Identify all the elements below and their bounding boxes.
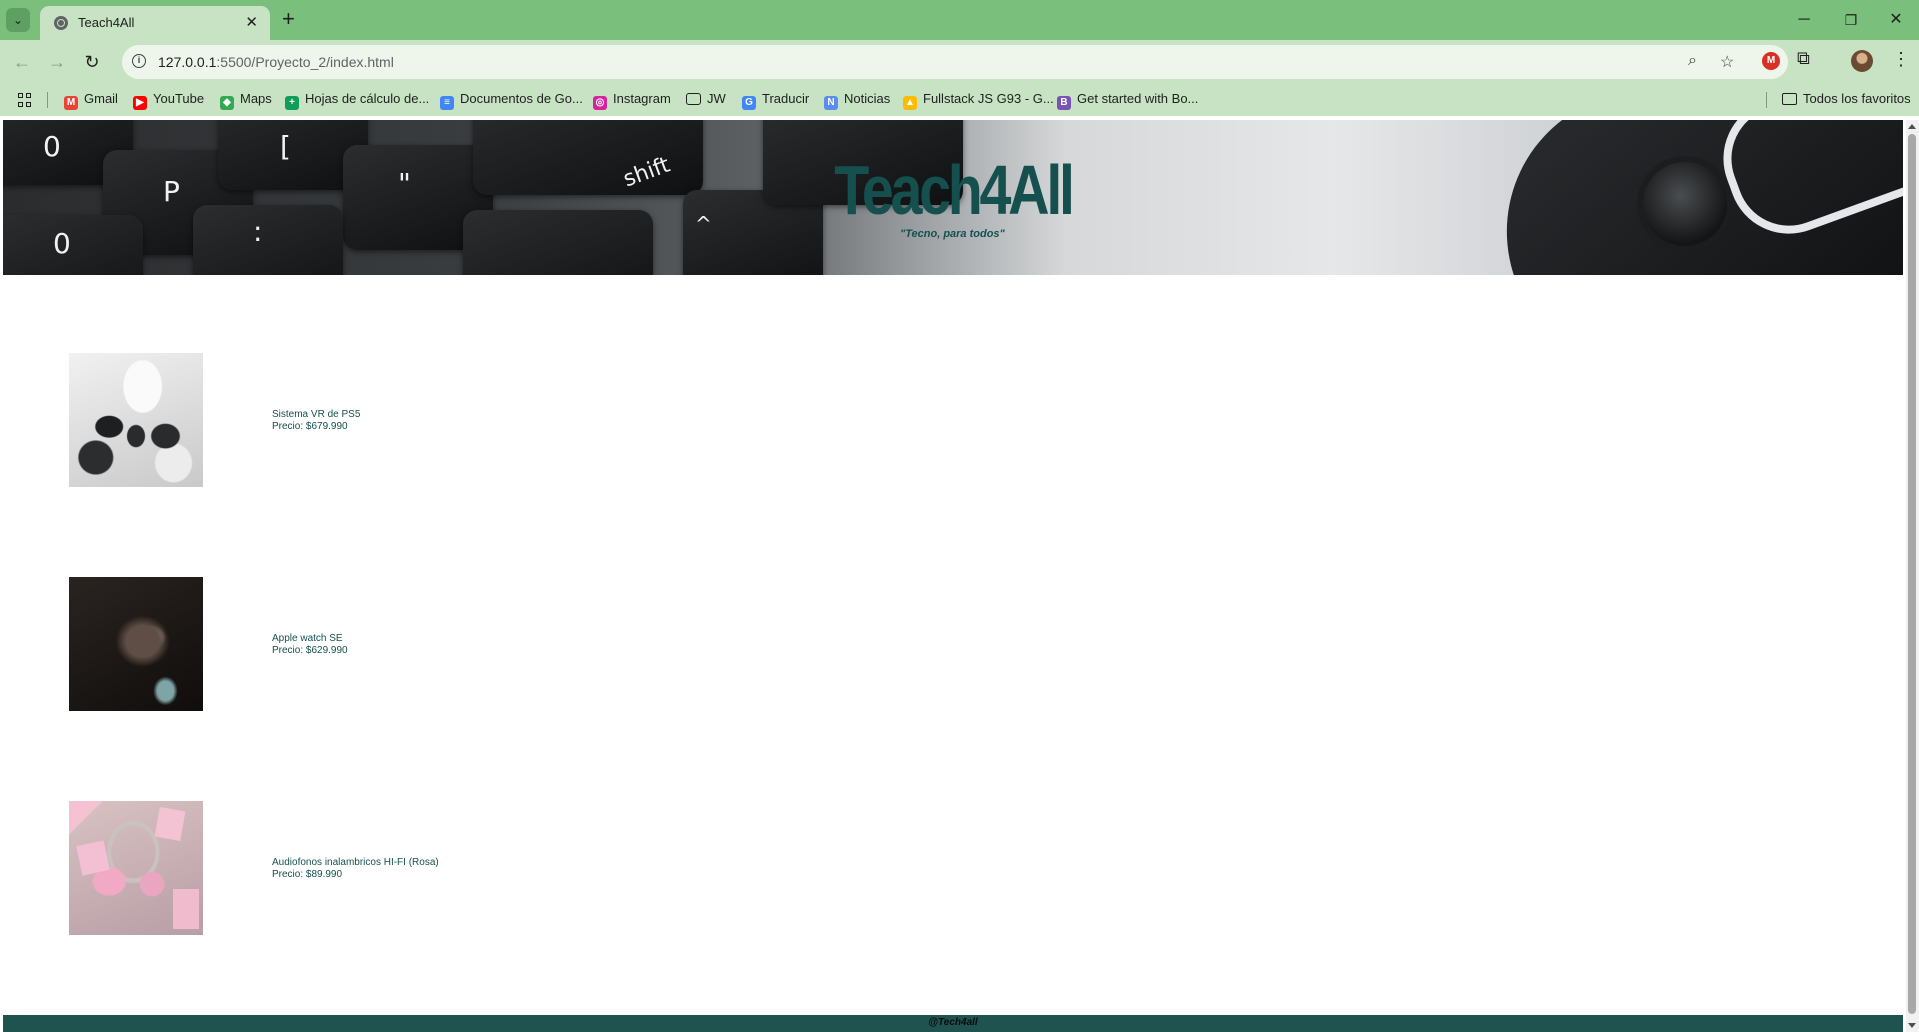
bootstrap-icon: B	[1057, 96, 1071, 110]
product-card: Sistema VR de PS5 Precio: $679.990	[69, 353, 1669, 487]
bookmark-item[interactable]: + Hojas de cálculo de...	[285, 91, 430, 110]
site-info-icon[interactable]: i	[132, 54, 146, 68]
folder-icon	[1782, 93, 1797, 105]
url-text[interactable]: 127.0.0.1:5500/Proyecto_2/index.html	[158, 54, 394, 70]
translate-icon: G	[742, 96, 756, 110]
minimize-button[interactable]: ─	[1786, 6, 1822, 34]
product-price: Precio: $679.990	[272, 421, 348, 432]
profile-avatar[interactable]	[1851, 50, 1873, 72]
sheets-icon: +	[285, 96, 299, 110]
zoom-icon[interactable]: ⌕	[1688, 52, 1697, 70]
product-name: Apple watch SE	[272, 633, 343, 644]
bookmarks-divider	[47, 92, 48, 108]
product-card: Apple watch SE Precio: $629.990	[69, 577, 1669, 711]
bookmark-item[interactable]: ≡ Documentos de Go...	[440, 91, 583, 110]
keyboard-key: 0	[3, 215, 143, 275]
globe-icon	[54, 16, 68, 30]
product-price: Precio: $629.990	[272, 645, 348, 656]
bookmark-label: Instagram	[613, 91, 671, 106]
bookmark-item[interactable]: ▶ YouTube	[133, 91, 205, 110]
product-name: Sistema VR de PS5	[272, 409, 361, 420]
bookmark-label: Documentos de Go...	[460, 91, 583, 106]
product-image-watch[interactable]	[69, 577, 203, 711]
restore-button[interactable]: ❐	[1833, 6, 1869, 34]
page-viewport: 0 P [ " 0 : shift ^ Teach4All "Tecno, pa…	[3, 120, 1903, 1032]
bookmark-label: Get started with Bo...	[1077, 91, 1199, 106]
page-footer: @Tech4all	[3, 1015, 1903, 1032]
bookmark-star-icon[interactable]: ☆	[1720, 52, 1734, 72]
gift-box-decoration	[76, 840, 110, 876]
bookmarks-divider	[1766, 92, 1767, 108]
bookmark-label: Hojas de cálculo de...	[305, 91, 430, 106]
reload-icon[interactable]: ↻	[80, 50, 104, 74]
extension-icon[interactable]: M	[1762, 52, 1780, 70]
all-favorites-button[interactable]: Todos los favoritos	[1782, 91, 1911, 109]
back-icon[interactable]: ←	[10, 50, 34, 74]
footer-text: @Tech4all	[928, 1017, 978, 1028]
bookmark-item[interactable]: ◆ Maps	[220, 91, 272, 110]
product-info: Audiofonos inalambricos HI-FI (Rosa) Pre…	[272, 857, 439, 881]
product-info: Sistema VR de PS5 Precio: $679.990	[272, 409, 360, 433]
tab-title: Teach4All	[78, 15, 135, 30]
folder-icon	[686, 93, 701, 105]
bookmark-label: Noticias	[844, 91, 891, 106]
scroll-up-arrow-icon[interactable]	[1908, 124, 1916, 129]
drive-icon: ▲	[903, 96, 917, 110]
youtube-icon: ▶	[133, 96, 147, 110]
bookmark-item[interactable]: JW	[686, 91, 726, 109]
product-card: Audiofonos inalambricos HI-FI (Rosa) Pre…	[69, 801, 1669, 935]
bookmark-label: Traducir	[762, 91, 810, 106]
product-info: Apple watch SE Precio: $629.990	[272, 633, 348, 657]
product-price: Precio: $89.990	[272, 869, 343, 880]
bookmarks-bar: M Gmail ▶ YouTube ◆ Maps + Hojas de cálculo de.…	[0, 84, 1919, 116]
close-window-button[interactable]: ✕	[1878, 6, 1914, 34]
address-bar[interactable]: i 127.0.0.1:5500/Proyecto_2/index.html ⌕…	[122, 45, 1788, 79]
bookmark-item[interactable]: ◎ Instagram	[593, 91, 671, 110]
product-image-vr[interactable]	[69, 353, 203, 487]
active-tab[interactable]: Teach4All ✕	[40, 6, 270, 40]
bookmark-label: JW	[707, 91, 726, 106]
bookmark-item[interactable]: M Gmail	[64, 91, 118, 110]
maps-icon: ◆	[220, 96, 234, 110]
gmail-icon: M	[64, 96, 78, 110]
bookmark-item[interactable]: G Traducir	[742, 91, 810, 110]
hero-banner: 0 P [ " 0 : shift ^ Teach4All "Tecno, pa…	[3, 120, 1903, 275]
tab-strip: ⌄ Teach4All ✕ + ─ ❐ ✕	[0, 0, 1919, 40]
extensions-puzzle-icon[interactable]: ⧉	[1797, 48, 1810, 69]
tab-search-icon[interactable]: ⌄	[6, 8, 30, 32]
bookmark-item[interactable]: B Get started with Bo...	[1057, 91, 1199, 110]
site-tagline: "Tecno, para todos"	[900, 228, 1005, 240]
product-name: Audiofonos inalambricos HI-FI (Rosa)	[272, 857, 439, 868]
product-image-headphones[interactable]	[69, 801, 203, 935]
scroll-thumb[interactable]	[1908, 134, 1916, 1014]
instagram-icon: ◎	[593, 96, 607, 110]
bookmark-label: Maps	[240, 91, 272, 106]
news-icon: N	[824, 96, 838, 110]
forward-icon[interactable]: →	[45, 50, 69, 74]
apps-grid-icon[interactable]	[18, 93, 32, 107]
bookmark-label: Gmail	[84, 91, 118, 106]
docs-icon: ≡	[440, 96, 454, 110]
page-scrollbar[interactable]	[1906, 120, 1919, 1032]
scroll-down-arrow-icon[interactable]	[1908, 1023, 1916, 1028]
site-title: Teach4All	[834, 151, 1075, 229]
new-tab-button[interactable]: +	[282, 7, 295, 31]
browser-menu-icon[interactable]: ⋮	[1892, 49, 1910, 70]
bookmark-label: YouTube	[153, 91, 205, 106]
bookmark-item[interactable]: ▲ Fullstack JS G93 - G...	[903, 91, 1054, 110]
bookmark-item[interactable]: N Noticias	[824, 91, 891, 110]
tab-close-icon[interactable]: ✕	[245, 13, 258, 31]
browser-toolbar: ← → ↻ i 127.0.0.1:5500/Proyecto_2/index.…	[0, 40, 1919, 84]
bookmark-label: Fullstack JS G93 - G...	[923, 91, 1054, 106]
